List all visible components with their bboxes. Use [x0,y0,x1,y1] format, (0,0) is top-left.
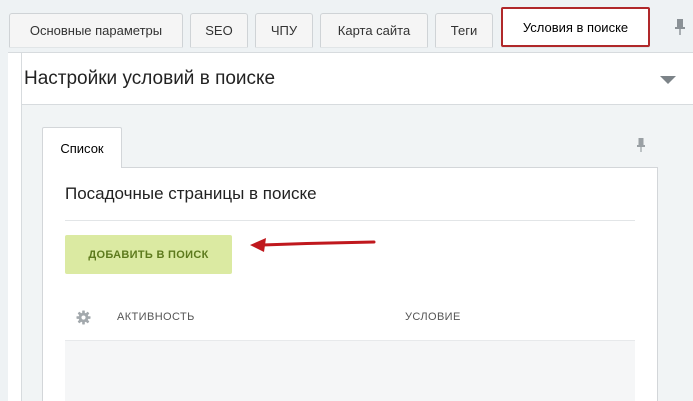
pin-icon[interactable] [673,18,687,36]
tab-seo[interactable]: SEO [190,13,248,47]
gear-icon[interactable] [76,310,91,325]
panel-title: Настройки условий в поиске [24,68,276,89]
grid-body [65,340,635,401]
top-tabs: Основные параметры SEO ЧПУ Карта сайта Т… [0,0,693,52]
tab-label: Карта сайта [337,23,411,38]
tab-main-params[interactable]: Основные параметры [9,13,183,47]
tab-sitemap[interactable]: Карта сайта [320,13,428,47]
subtab-list[interactable]: Список [42,127,122,168]
tab-chpu[interactable]: ЧПУ [255,13,313,47]
pin-icon[interactable] [635,137,647,153]
chevron-down-icon[interactable] [660,76,676,84]
tab-tags[interactable]: Теги [435,13,493,47]
tab-search-conditions[interactable]: Условия в поиске [501,7,650,47]
content-title: Посадочные страницы в поиске [65,184,317,203]
column-header-activity[interactable]: АКТИВНОСТЬ [117,311,195,323]
tab-label: ЧПУ [270,23,298,38]
subtab-label: Список [60,140,104,156]
tab-label: Условия в поиске [522,19,629,35]
column-header-condition[interactable]: УСЛОВИЕ [405,311,461,323]
add-to-search-button[interactable]: ДОБАВИТЬ В ПОИСК [65,235,232,274]
tab-label: Теги [450,23,478,38]
tab-label: SEO [205,23,233,38]
content-divider [65,220,635,221]
annotation-arrow-icon [250,238,376,252]
tab-label: Основные параметры [29,23,163,38]
